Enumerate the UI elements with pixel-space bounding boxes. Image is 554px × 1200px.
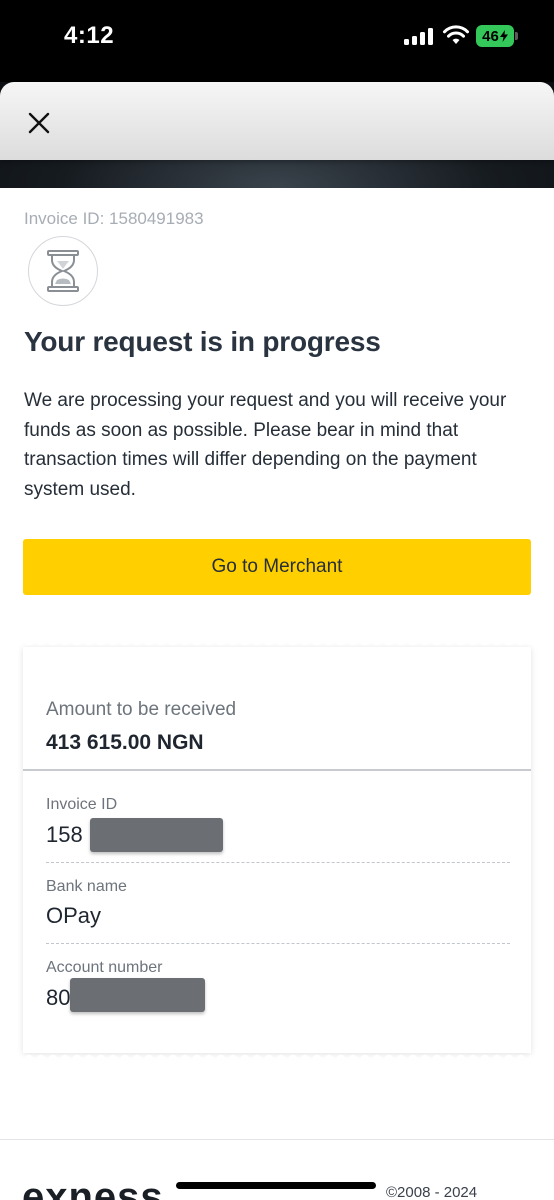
status-time: 4:12 <box>64 22 115 49</box>
bank-name-label: Bank name <box>46 878 127 895</box>
cellular-signal-icon <box>404 28 433 45</box>
copyright-text: ©2008 - 2024 <box>386 1184 478 1200</box>
go-to-merchant-button[interactable]: Go to Merchant <box>23 539 531 595</box>
status-icon-container <box>28 236 98 306</box>
invoice-id-text: Invoice ID: 1580491983 <box>24 209 204 228</box>
account-number-value: 80 <box>46 985 71 1010</box>
bank-name-value: OPay <box>46 903 102 928</box>
status-description: We are processing your request and you w… <box>24 390 507 500</box>
battery-tip <box>515 32 518 40</box>
hourglass-icon <box>47 250 79 292</box>
redaction-box <box>90 818 223 852</box>
battery-icon: 46 <box>476 25 514 47</box>
exness-logo: exness <box>22 1175 164 1200</box>
charging-bolt-icon <box>499 30 508 42</box>
receipt-card: Amount to be received 413 615.00 NGN Inv… <box>23 641 531 1059</box>
status-bar: 4:12 46 <box>0 0 554 82</box>
dashed-divider <box>46 943 510 944</box>
sheet-header <box>0 82 554 160</box>
amount-value: 413 615.00 NGN <box>46 731 204 754</box>
page-title: Your request is in progress <box>24 326 381 357</box>
invoice-id-label: Invoice ID <box>46 796 118 813</box>
invoice-id-value: 158 <box>46 822 83 847</box>
redaction-box <box>70 978 205 1012</box>
close-icon <box>28 112 50 134</box>
footer-divider <box>0 1139 554 1140</box>
account-number-label: Account number <box>46 959 163 976</box>
close-button[interactable] <box>22 106 56 140</box>
battery-level: 46 <box>482 27 499 45</box>
wifi-icon <box>443 25 469 44</box>
dashed-divider <box>46 862 510 863</box>
home-indicator[interactable] <box>176 1182 376 1189</box>
amount-label: Amount to be received <box>46 699 237 720</box>
card-divider <box>23 769 531 771</box>
